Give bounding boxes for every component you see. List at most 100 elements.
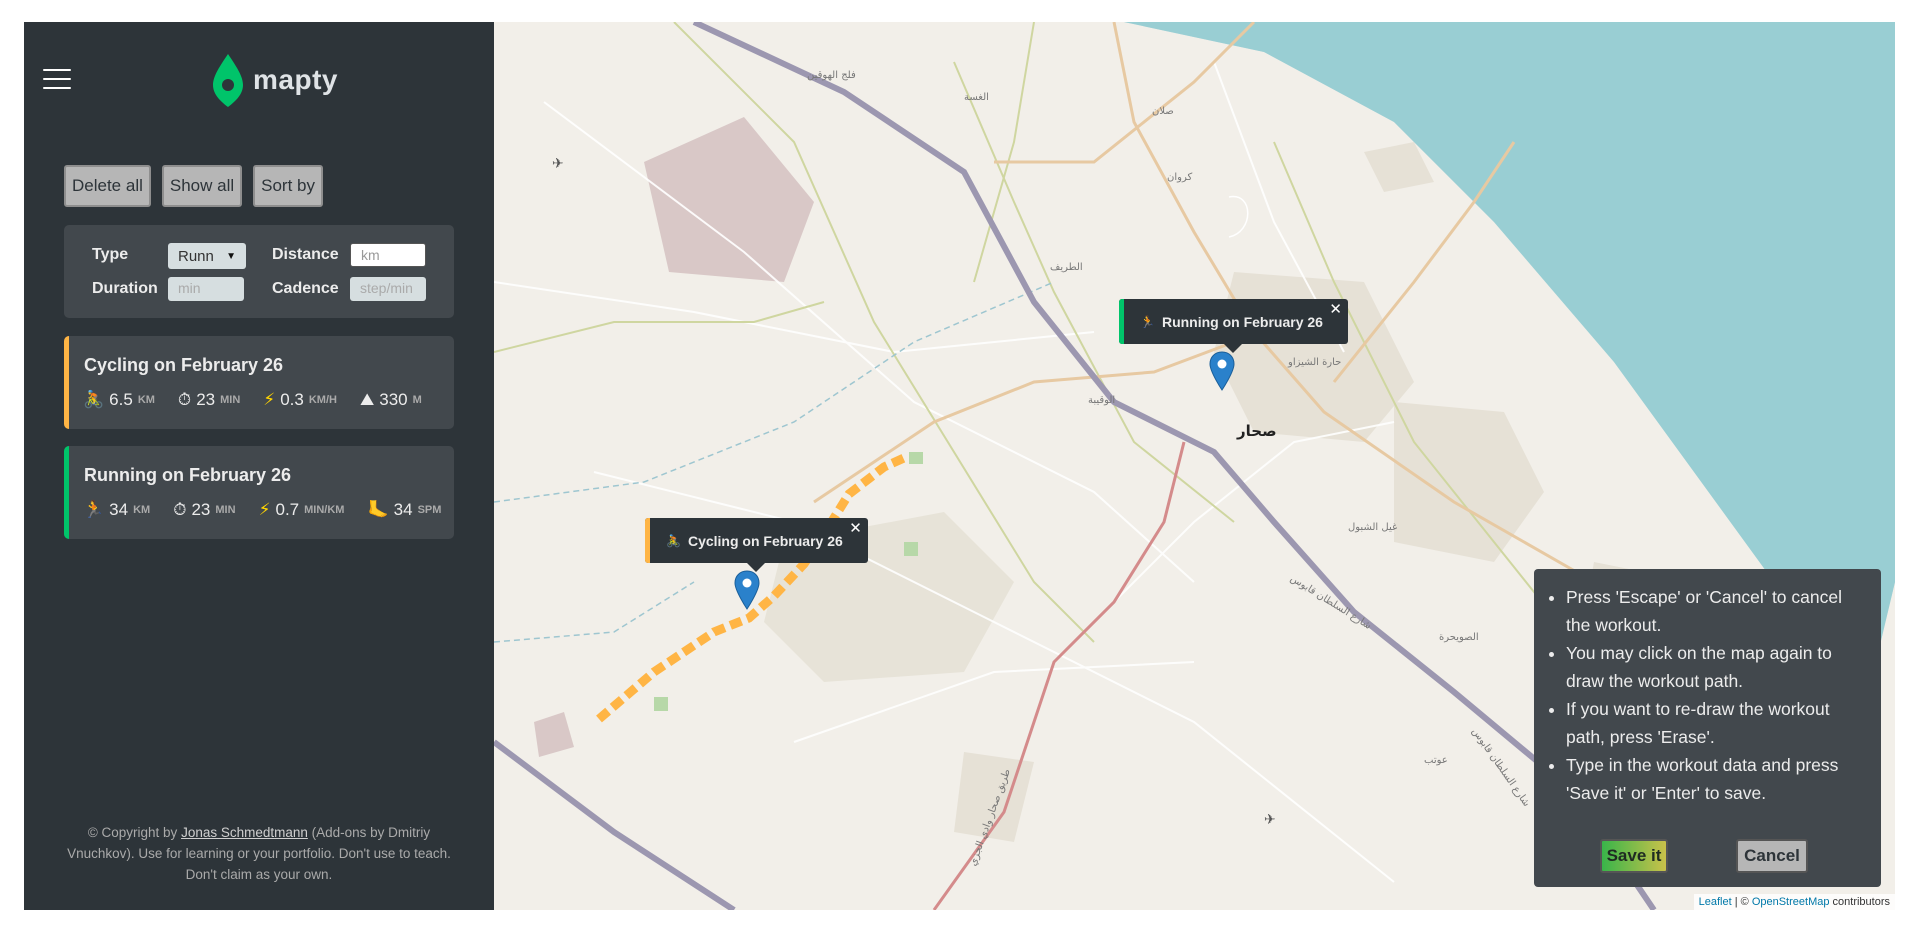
map-label-city: صحار	[1237, 422, 1277, 440]
detail-value: 23	[196, 390, 216, 409]
detail-value: 0.3	[280, 390, 304, 409]
workout-stripe	[64, 446, 69, 539]
menu-icon[interactable]	[43, 69, 71, 91]
map-pin-icon	[213, 54, 243, 107]
instruction-item: Type in the workout data and press 'Save…	[1566, 751, 1867, 807]
detail-unit: min	[215, 504, 236, 516]
detail-value: 23	[191, 500, 211, 519]
runner-icon: 🏃	[83, 500, 105, 519]
map-popup-cycling[interactable]: 🚴 Cycling on February 26 ✕	[645, 518, 868, 572]
instructions-list: Press 'Escape' or 'Cancel' to cancel the…	[1544, 583, 1867, 807]
map-label: الطريف	[1050, 262, 1083, 273]
close-icon[interactable]: ✕	[849, 519, 862, 537]
instruction-item: Press 'Escape' or 'Cancel' to cancel the…	[1566, 583, 1867, 639]
workout-details: 🏃 34 km ⏱ 23 min ⚡ 0.7 min/km 🦶 34	[83, 500, 454, 520]
workout-detail-speed: ⚡ 0.3 km/h	[263, 390, 337, 410]
popup-text: Running on February 26	[1161, 313, 1323, 330]
bike-icon: 🚴	[83, 390, 105, 409]
workout-title: Running on February 26	[84, 465, 292, 485]
copyright-prefix: © Copyright by	[87, 825, 182, 840]
leaflet-link[interactable]: Leaflet	[1699, 896, 1732, 908]
runner-icon: 🏃	[1140, 314, 1155, 329]
distance-label: Distance	[272, 246, 339, 263]
detail-value: 0.7	[275, 500, 300, 519]
attribution-suffix: contributors	[1829, 896, 1890, 908]
cadence-label: Cadence	[272, 280, 339, 297]
map-popup-running[interactable]: 🏃 Running on February 26 ✕	[1119, 299, 1348, 353]
detail-value: 330	[379, 390, 408, 409]
detail-unit: spm	[417, 504, 442, 516]
workout-item-cycling[interactable]: Cycling on February 26 🚴 6.5 km ⏱ 23 min…	[64, 336, 454, 429]
map-label: الغسة	[964, 92, 989, 103]
cancel-button[interactable]: Cancel	[1736, 839, 1808, 873]
detail-unit: min/km	[304, 504, 345, 516]
chevron-down-icon: ▼	[226, 250, 236, 262]
type-select-value: Runn	[178, 247, 214, 265]
workout-item-running[interactable]: Running on February 26 🏃 34 km ⏱ 23 min …	[64, 446, 454, 539]
map-label: الوقيبة	[1088, 395, 1116, 406]
stopwatch-icon: ⏱	[177, 390, 192, 409]
workout-detail-distance: 🚴 6.5 km	[83, 390, 155, 410]
bike-icon: 🚴	[666, 533, 681, 548]
attribution-separator: | ©	[1731, 896, 1752, 908]
workout-stripe	[64, 336, 69, 429]
workout-detail-elevation: ⛰ 330 m	[360, 390, 422, 410]
save-button[interactable]: Save it	[1600, 839, 1668, 873]
map-label: صلان	[1152, 106, 1174, 117]
type-select[interactable]: Runn ▼	[168, 243, 246, 269]
map-label: غيل الشبول	[1348, 522, 1398, 533]
map-label: حارة الشيزاو	[1288, 357, 1342, 368]
app: mapty Delete all Show all Sort by Type R…	[24, 22, 1895, 910]
instruction-item: If you want to re-draw the workout path,…	[1566, 695, 1867, 751]
map-label: فلج الهوقين	[807, 70, 856, 81]
duration-label: Duration	[92, 280, 158, 297]
cadence-input[interactable]: step/min	[350, 277, 426, 301]
distance-input[interactable]: km	[350, 243, 426, 267]
map-label: كروان	[1167, 172, 1193, 183]
workout-title: Cycling on February 26	[84, 355, 284, 375]
map-marker-running[interactable]	[1209, 351, 1235, 391]
svg-text:✈: ✈	[1264, 811, 1276, 827]
stopwatch-icon: ⏱	[173, 500, 187, 519]
detail-unit: km/h	[308, 394, 337, 406]
map[interactable]: ✈ ✈ فلج الهوقين الغسة صلان كروان الطريف …	[494, 22, 1895, 910]
workout-detail-pace: ⚡ 0.7 min/km	[259, 500, 345, 520]
workout-detail-distance: 🏃 34 km	[83, 500, 150, 520]
toolbar: Delete all Show all Sort by	[64, 165, 323, 207]
workout-detail-duration: ⏱ 23 min	[173, 500, 235, 520]
detail-unit: km	[137, 394, 155, 406]
author-link[interactable]: Jonas Schmedtmann	[181, 825, 308, 840]
detail-unit: m	[412, 394, 422, 406]
map-label: الصويحرة	[1439, 632, 1479, 643]
footprint-icon: 🦶	[367, 500, 389, 519]
svg-text:✈: ✈	[552, 155, 564, 171]
map-label: عوتب	[1424, 755, 1448, 766]
show-all-button[interactable]: Show all	[161, 165, 243, 207]
detail-value: 6.5	[109, 390, 133, 409]
delete-all-button[interactable]: Delete all	[64, 165, 151, 207]
sort-by-button[interactable]: Sort by	[253, 165, 323, 207]
lightning-icon: ⚡	[258, 500, 271, 519]
workout-details: 🚴 6.5 km ⏱ 23 min ⚡ 0.3 km/h ⛰ 330	[83, 390, 445, 410]
detail-value: 34	[109, 500, 129, 519]
map-attribution: Leaflet | © OpenStreetMap contributors	[1693, 894, 1895, 910]
lightning-icon: ⚡	[263, 390, 276, 409]
map-marker-cycling[interactable]	[734, 570, 760, 610]
popup-text: Cycling on February 26	[687, 532, 843, 549]
workout-detail-cadence: 🦶 34 spm	[367, 500, 441, 520]
type-label: Type	[92, 246, 129, 263]
detail-value: 34	[393, 500, 413, 519]
detail-unit: min	[220, 394, 241, 406]
sidebar: mapty Delete all Show all Sort by Type R…	[24, 22, 494, 910]
workout-form: Type Runn ▼ Distance km Duration min Cad…	[64, 225, 454, 318]
duration-input[interactable]: min	[168, 277, 244, 301]
close-icon[interactable]: ✕	[1329, 300, 1342, 318]
copyright: © Copyright by Jonas Schmedtmann (Add-on…	[64, 822, 454, 885]
instructions-panel: Press 'Escape' or 'Cancel' to cancel the…	[1534, 569, 1881, 887]
osm-link[interactable]: OpenStreetMap	[1752, 896, 1830, 908]
logo-text: mapty	[253, 64, 338, 95]
instruction-item: You may click on the map again to draw t…	[1566, 639, 1867, 695]
logo: mapty	[212, 52, 338, 108]
workout-detail-duration: ⏱ 23 min	[178, 390, 240, 410]
detail-unit: km	[133, 504, 151, 516]
